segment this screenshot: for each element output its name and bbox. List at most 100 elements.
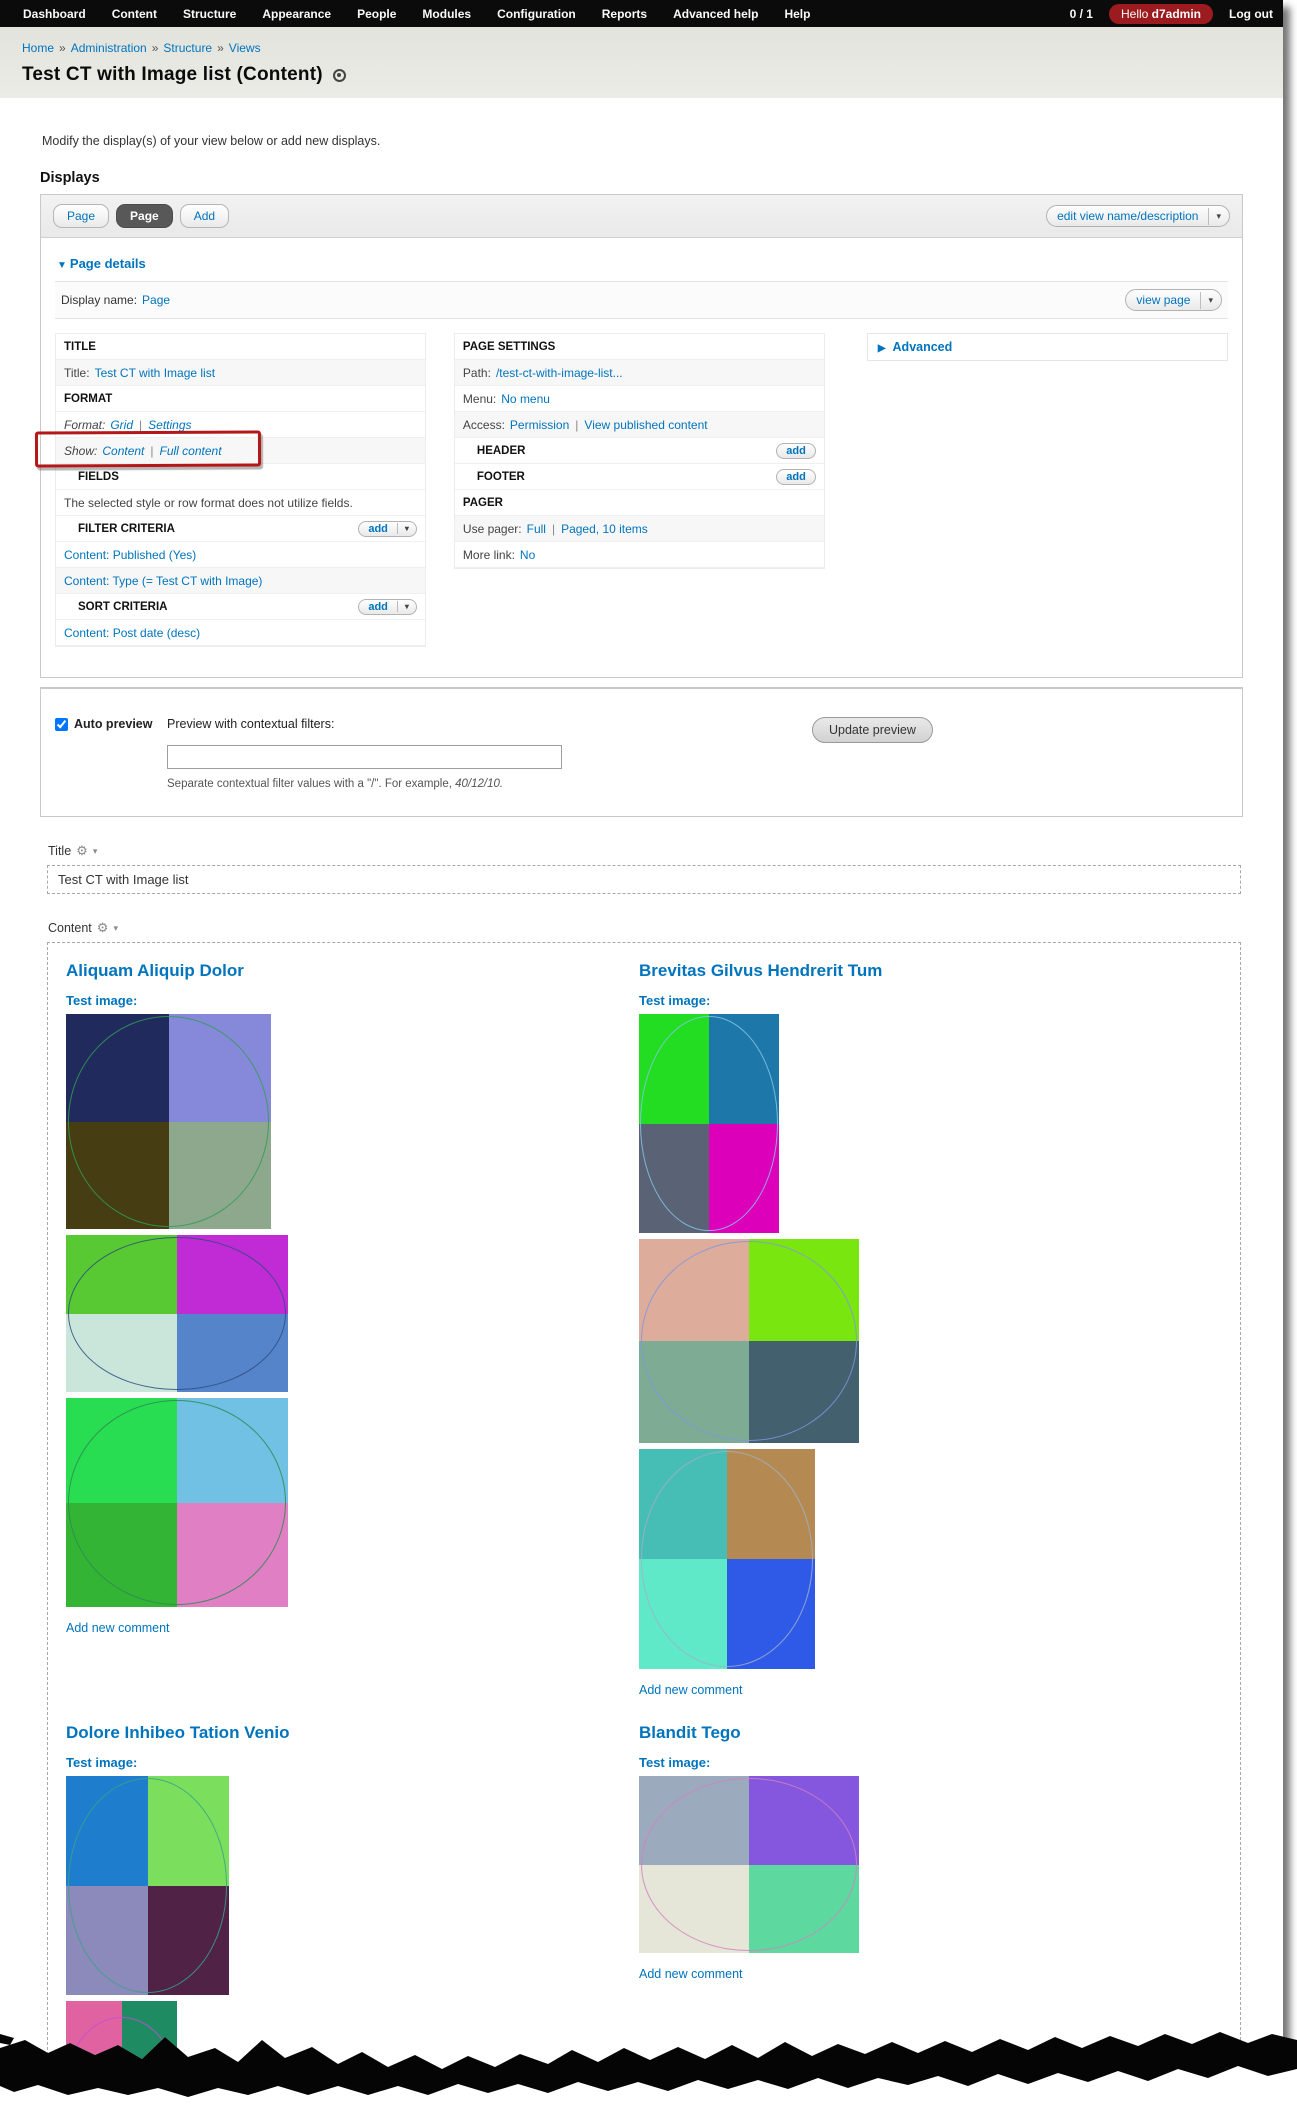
toolbar-menu: Dashboard Content Structure Appearance Peopl… bbox=[10, 7, 823, 21]
toolbar-item-structure[interactable]: Structure bbox=[170, 7, 249, 21]
views-left-row-2: FORMAT bbox=[56, 386, 425, 412]
toolbar-item-help[interactable]: Help bbox=[771, 7, 823, 21]
views-middle-prefix: More link: bbox=[462, 547, 515, 562]
views-middle-link[interactable]: View published content bbox=[584, 418, 707, 432]
views-left-prefix: Format: bbox=[64, 417, 106, 432]
add-button[interactable]: add ▾ bbox=[358, 520, 417, 537]
caret-down-icon[interactable]: ▾ bbox=[396, 523, 416, 534]
views-middle-header-label: HEADER bbox=[476, 444, 526, 457]
edit-view-name-button[interactable]: edit view name/description ▾ bbox=[1046, 205, 1230, 227]
display-name-link[interactable]: Page bbox=[142, 293, 170, 307]
node-title-link[interactable]: Brevitas Gilvus Hendrerit Tum bbox=[639, 961, 882, 980]
test-image bbox=[639, 1014, 779, 1233]
node-title: Blandit Tego bbox=[639, 1723, 1212, 1743]
contextual-gear-icon[interactable] bbox=[332, 68, 346, 82]
views-middle-link[interactable]: No menu bbox=[501, 392, 550, 406]
node-title: Aliquam Aliquip Dolor bbox=[66, 961, 639, 981]
add-button[interactable]: add bbox=[776, 442, 816, 459]
breadcrumb-link-administration[interactable]: Administration bbox=[71, 41, 147, 55]
test-image-field-label: Test image: bbox=[66, 1755, 138, 1770]
advanced-toggle[interactable]: ▶ Advanced bbox=[868, 334, 1227, 360]
views-columns: TITLE Title: Test CT with Image list FORMAT… bbox=[55, 333, 1228, 647]
toolbar-item-appearance[interactable]: Appearance bbox=[249, 7, 344, 21]
auto-preview-checkbox[interactable] bbox=[55, 717, 68, 731]
add-button-label: add bbox=[368, 522, 388, 535]
toolbar-item-dashboard[interactable]: Dashboard bbox=[10, 7, 99, 21]
views-left-row-0: TITLE bbox=[56, 334, 425, 360]
gear-icon[interactable]: ⚙ bbox=[97, 920, 109, 936]
views-left-header-label: FILTER CRITERIA bbox=[78, 522, 175, 535]
breadcrumb-link-views[interactable]: Views bbox=[229, 41, 261, 55]
views-middle-link[interactable]: Paged, 10 items bbox=[561, 522, 648, 536]
image-circle-overlay bbox=[68, 1236, 286, 1391]
add-button-label: add bbox=[368, 600, 388, 613]
help-text: Separate contextual filter values with a… bbox=[167, 778, 456, 790]
caret-down-icon[interactable]: ▾ bbox=[113, 923, 118, 934]
toolbar-item-modules[interactable]: Modules bbox=[409, 7, 484, 21]
breadcrumb-link-home[interactable]: Home bbox=[22, 41, 54, 55]
update-preview-button[interactable]: Update preview bbox=[812, 717, 933, 743]
views-left-row-4: Show: Content | Full content bbox=[56, 438, 425, 464]
views-left-link[interactable]: Content: Published (Yes) bbox=[64, 548, 196, 562]
views-left-link[interactable]: Full content bbox=[160, 444, 222, 458]
contextual-filters-wrap: Preview with contextual filters: Separat… bbox=[167, 717, 727, 790]
views-left-link[interactable]: Test CT with Image list bbox=[95, 366, 215, 380]
caret-down-icon: ▼ bbox=[57, 260, 67, 271]
advanced-link[interactable]: Advanced bbox=[893, 340, 953, 354]
preview-content-box: Aliquam Aliquip Dolor Test image: Add new … bbox=[47, 942, 1241, 2104]
view-page-button[interactable]: view page ▾ bbox=[1125, 289, 1222, 311]
views-middle-link[interactable]: Permission bbox=[510, 418, 569, 432]
toolbar-item-advanced-help[interactable]: Advanced help bbox=[660, 7, 771, 21]
views-left-row-11: Content: Post date (desc) bbox=[56, 620, 425, 646]
caret-down-icon[interactable]: ▾ bbox=[1208, 207, 1229, 225]
page-details-label: Page details bbox=[69, 256, 146, 271]
breadcrumb-link-structure[interactable]: Structure bbox=[163, 41, 212, 55]
add-new-comment-link[interactable]: Add new comment bbox=[639, 1683, 743, 1697]
views-middle-link[interactable]: Full bbox=[527, 522, 546, 536]
test-image-stack bbox=[639, 1014, 1212, 1669]
caret-down-icon[interactable]: ▾ bbox=[396, 601, 416, 612]
auto-preview-wrap: Auto preview bbox=[55, 717, 167, 731]
views-left-link[interactable]: Content: Post date (desc) bbox=[64, 626, 200, 640]
page-details-toggle[interactable]: ▼ Page details bbox=[55, 250, 1228, 281]
views-middle-prefix: Use pager: bbox=[462, 521, 522, 536]
gear-icon[interactable]: ⚙ bbox=[76, 843, 88, 859]
views-left-link[interactable]: Content bbox=[102, 444, 144, 458]
add-new-comment-link[interactable]: Add new comment bbox=[66, 1621, 170, 1635]
display-tab-1-page[interactable]: Page bbox=[116, 204, 173, 228]
views-left-link[interactable]: Content: Type (= Test CT with Image) bbox=[64, 574, 262, 588]
toolbar-item-configuration[interactable]: Configuration bbox=[484, 7, 589, 21]
views-left-link[interactable]: Settings bbox=[148, 418, 191, 432]
views-left-header-label: SORT CRITERIA bbox=[78, 600, 168, 613]
test-image bbox=[639, 1776, 859, 1953]
toolbar-item-reports[interactable]: Reports bbox=[589, 7, 660, 21]
hello-user-pill[interactable]: Hello d7admin bbox=[1108, 3, 1214, 24]
display-tab-2-add[interactable]: Add bbox=[179, 204, 230, 228]
views-left-header-label: FIELDS bbox=[78, 470, 119, 483]
logout-link[interactable]: Log out bbox=[1229, 7, 1273, 21]
display-tab-0-page[interactable]: Page bbox=[53, 204, 110, 228]
views-left-link[interactable]: Grid bbox=[110, 418, 133, 432]
help-example: 40/12/10. bbox=[455, 778, 504, 790]
views-middle-link[interactable]: No bbox=[520, 548, 535, 562]
add-new-comment-link[interactable]: Add new comment bbox=[639, 1967, 743, 1981]
link-separator: | bbox=[551, 521, 556, 536]
node-title-link[interactable]: Dolore Inhibeo Tation Venio bbox=[66, 1723, 290, 1742]
toolbar-item-content[interactable]: Content bbox=[99, 7, 170, 21]
add-button[interactable]: add ▾ bbox=[358, 598, 417, 615]
views-middle-link[interactable]: /test-ct-with-image-list... bbox=[496, 366, 623, 380]
views-middle-prefix: Path: bbox=[462, 365, 491, 380]
test-image bbox=[66, 1235, 288, 1392]
caret-down-icon[interactable]: ▾ bbox=[93, 846, 98, 857]
node-title-link[interactable]: Aliquam Aliquip Dolor bbox=[66, 961, 244, 980]
preview-controls: Auto preview Preview with contextual fil… bbox=[40, 687, 1243, 817]
views-middle-row-1: Path: /test-ct-with-image-list... bbox=[454, 360, 824, 386]
views-left-row-5: FIELDS bbox=[56, 464, 425, 490]
title-field-label: Title bbox=[48, 844, 72, 858]
toolbar-item-people[interactable]: People bbox=[344, 7, 409, 21]
caret-down-icon[interactable]: ▾ bbox=[1200, 291, 1221, 309]
contextual-filters-input[interactable] bbox=[167, 745, 562, 769]
username: d7admin bbox=[1151, 6, 1202, 21]
node-title-link[interactable]: Blandit Tego bbox=[639, 1723, 741, 1742]
add-button[interactable]: add bbox=[776, 468, 816, 485]
